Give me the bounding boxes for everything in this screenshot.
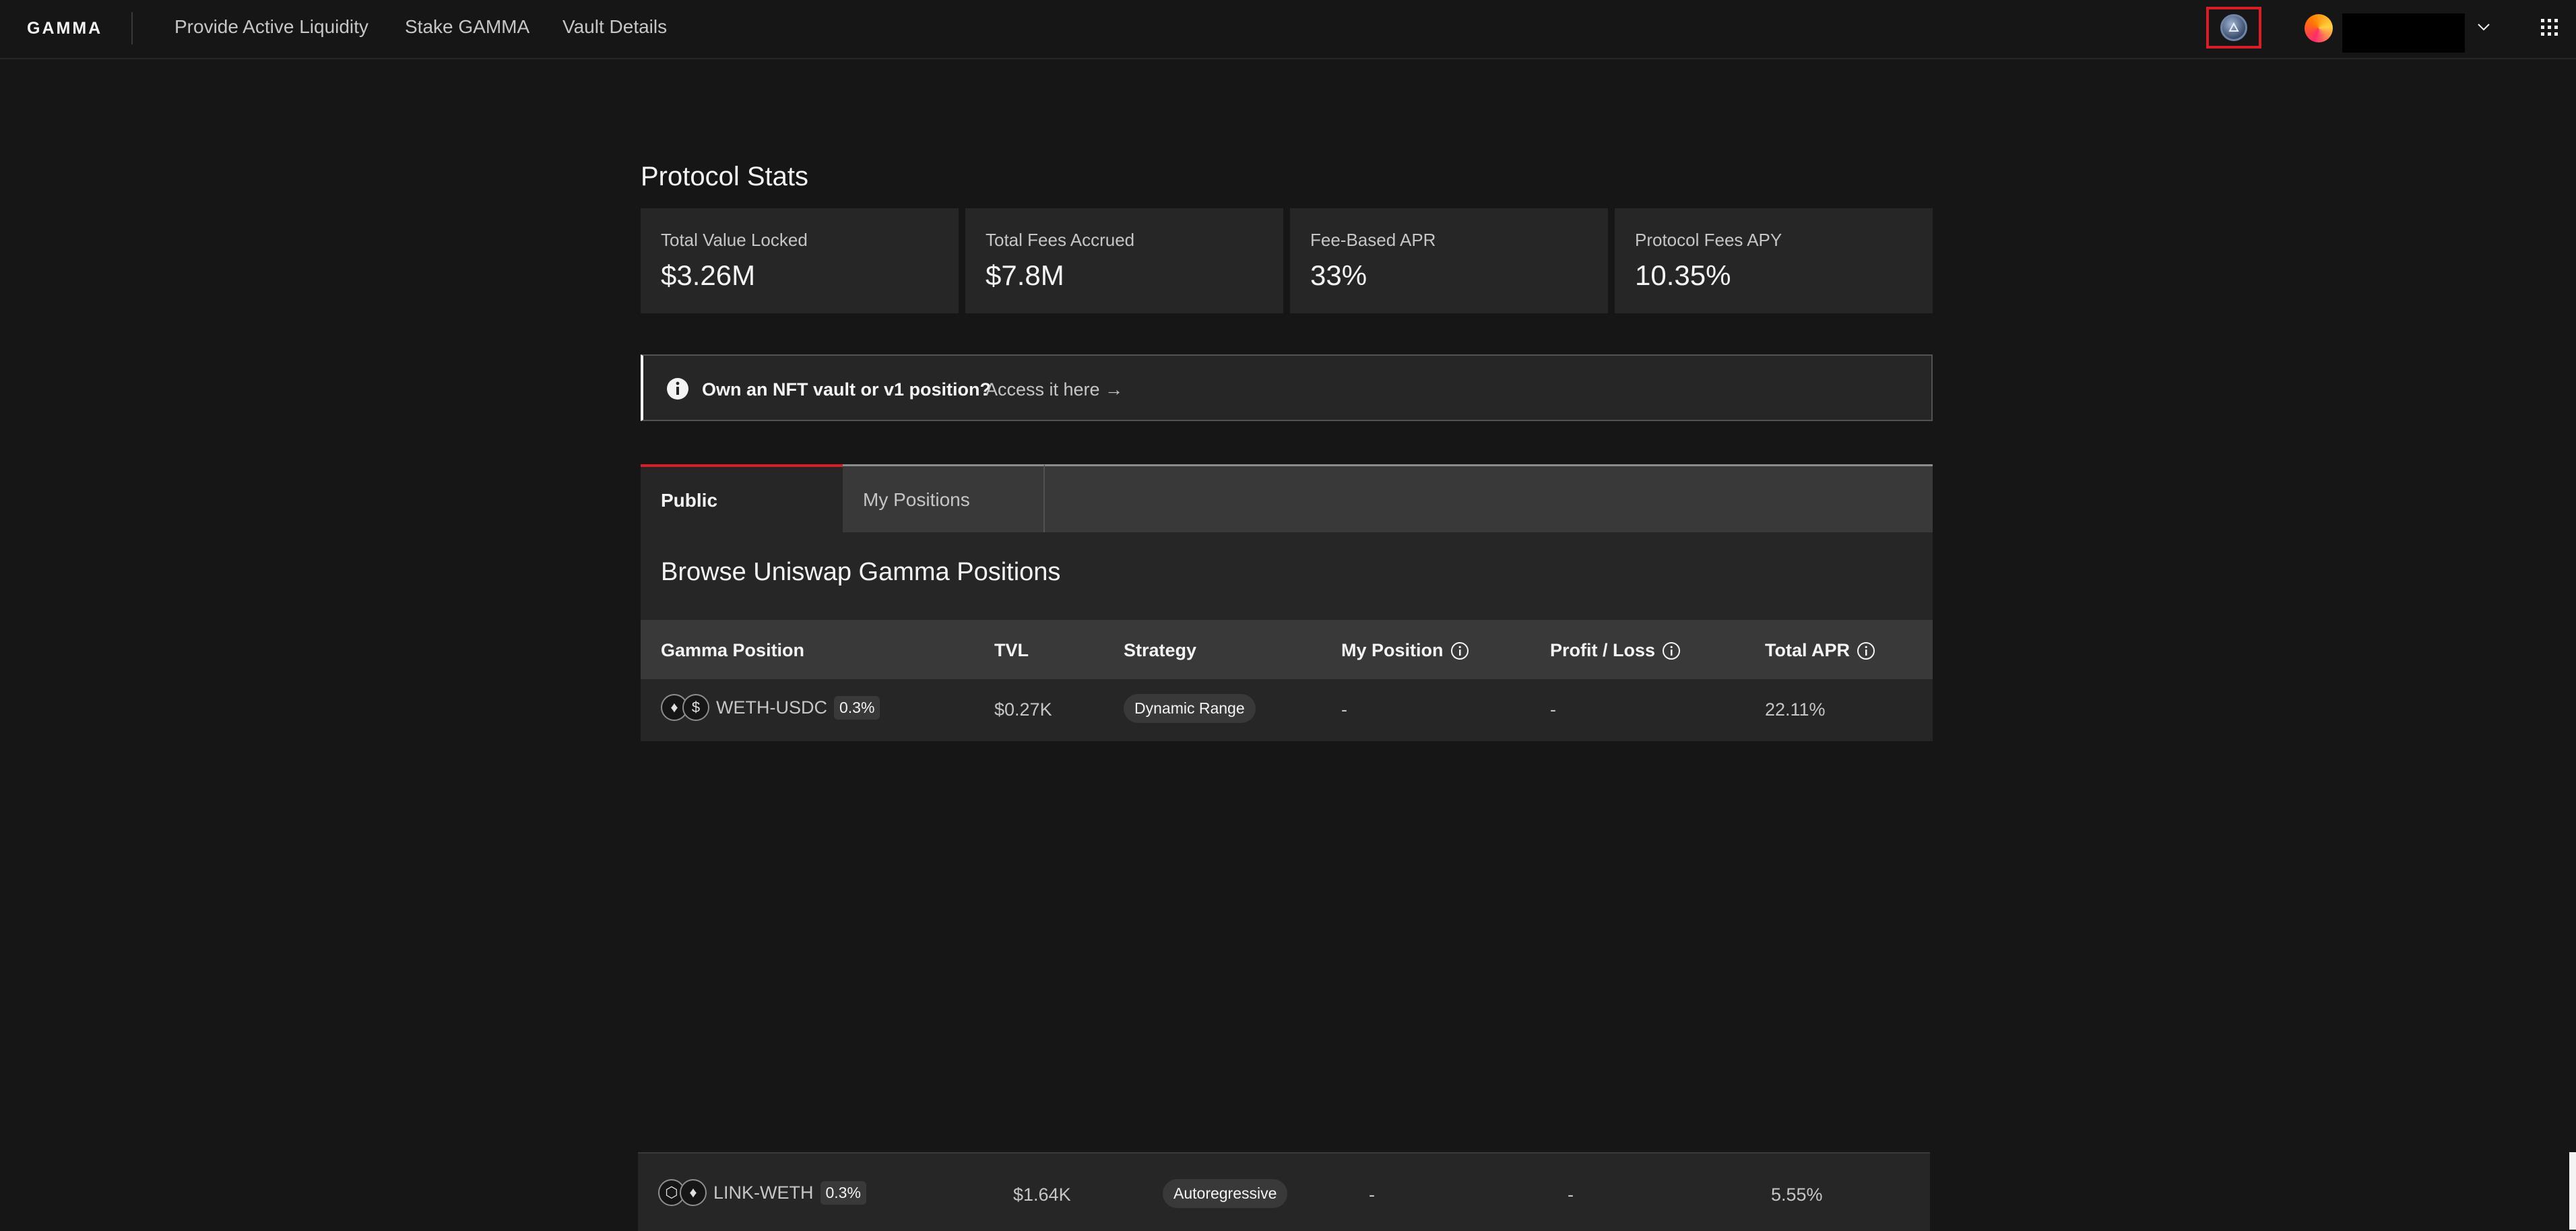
- total-apr-value: 5.55%: [1771, 1185, 1823, 1205]
- table-header: Gamma Position TVL Strategy My Position …: [641, 620, 1933, 679]
- nav-vault-details[interactable]: Vault Details: [562, 16, 667, 38]
- top-header: GAMMA Provide Active Liquidity Stake GAM…: [0, 0, 2576, 59]
- stat-label: Fee-Based APR: [1310, 230, 1436, 250]
- wallet-avatar-icon[interactable]: [2305, 14, 2333, 42]
- col-my-position[interactable]: My Position: [1341, 640, 1469, 661]
- nav-stake-gamma[interactable]: Stake GAMMA: [405, 16, 529, 38]
- notice-title: Own an NFT vault or v1 position?: [702, 379, 992, 400]
- stat-card-fees: Total Fees Accrued $7.8M: [965, 208, 1283, 313]
- nft-vault-notice: Own an NFT vault or v1 position? Access …: [641, 354, 1933, 421]
- col-total-apr[interactable]: Total APR: [1765, 640, 1875, 661]
- app-switcher-icon[interactable]: [2540, 18, 2560, 38]
- stat-value: $3.26M: [661, 259, 756, 291]
- header-divider: [131, 12, 133, 44]
- info-icon[interactable]: [1857, 641, 1875, 660]
- stat-label: Total Fees Accrued: [986, 230, 1135, 250]
- stat-value: $7.8M: [986, 259, 1064, 291]
- stat-card-protocol-apy: Protocol Fees APY 10.35%: [1615, 208, 1933, 313]
- table-row[interactable]: ♦ $ WETH-USDC 0.3% $0.27K Dynamic Range …: [641, 679, 1933, 741]
- usdc-token-icon: $: [682, 694, 709, 721]
- position-pair: ♦ $ WETH-USDC 0.3%: [661, 694, 880, 721]
- eth-token-icon: ♦: [680, 1179, 707, 1206]
- network-selector-button[interactable]: [2206, 7, 2261, 49]
- position-pair: ⬡ ♦ LINK-WETH 0.3%: [658, 1179, 866, 1206]
- nav-provide-active-liquidity[interactable]: Provide Active Liquidity: [174, 16, 368, 38]
- tvl-value: $1.64K: [1013, 1185, 1071, 1205]
- info-icon[interactable]: [1450, 641, 1469, 660]
- positions-tabs: Public My Positions: [641, 464, 1933, 532]
- gamma-logo[interactable]: GAMMA: [27, 19, 102, 38]
- stat-value: 10.35%: [1635, 259, 1731, 291]
- fee-tier-badge: 0.3%: [833, 695, 880, 720]
- strategy-badge: Dynamic Range: [1124, 694, 1256, 723]
- stat-label: Protocol Fees APY: [1635, 230, 1782, 250]
- my-position-value: -: [1341, 699, 1347, 720]
- account-address[interactable]: [2342, 13, 2465, 53]
- scrollbar-edge: [2569, 1152, 2576, 1230]
- chevron-down-icon[interactable]: [2476, 19, 2492, 35]
- pair-name: LINK-WETH: [713, 1182, 814, 1203]
- info-icon: [667, 378, 688, 400]
- total-apr-value: 22.11%: [1765, 699, 1826, 720]
- col-gamma-position[interactable]: Gamma Position: [661, 640, 804, 661]
- tab-label: My Positions: [863, 489, 970, 510]
- tab-public[interactable]: Public: [641, 464, 843, 532]
- tab-label: Public: [661, 490, 718, 511]
- pair-name: WETH-USDC: [716, 697, 827, 718]
- access-it-here-link[interactable]: Access it here →: [986, 379, 1123, 400]
- network-selector-icon: [2220, 14, 2247, 41]
- strategy-badge: Autoregressive: [1163, 1179, 1288, 1208]
- table-row[interactable]: ⬡ ♦ LINK-WETH 0.3% $1.64K Autoregressive…: [638, 1152, 1930, 1231]
- info-icon[interactable]: [1662, 641, 1681, 660]
- stat-value: 33%: [1310, 259, 1367, 291]
- profit-loss-value: -: [1550, 699, 1556, 720]
- col-tvl[interactable]: TVL: [994, 640, 1029, 661]
- col-profit-loss[interactable]: Profit / Loss: [1550, 640, 1681, 661]
- stat-label: Total Value Locked: [661, 230, 808, 250]
- tvl-value: $0.27K: [994, 699, 1052, 720]
- fee-tier-badge: 0.3%: [820, 1180, 866, 1205]
- profit-loss-value: -: [1568, 1185, 1574, 1205]
- browse-positions-panel: Browse Uniswap Gamma Positions Gamma Pos…: [641, 532, 1933, 741]
- stat-card-tvl: Total Value Locked $3.26M: [641, 208, 959, 313]
- browse-title: Browse Uniswap Gamma Positions: [661, 558, 1061, 586]
- my-position-value: -: [1369, 1185, 1375, 1205]
- stat-card-fee-apr: Fee-Based APR 33%: [1290, 208, 1608, 313]
- tab-my-positions[interactable]: My Positions: [843, 464, 1045, 532]
- protocol-stats-title: Protocol Stats: [641, 162, 809, 191]
- col-strategy[interactable]: Strategy: [1124, 640, 1196, 661]
